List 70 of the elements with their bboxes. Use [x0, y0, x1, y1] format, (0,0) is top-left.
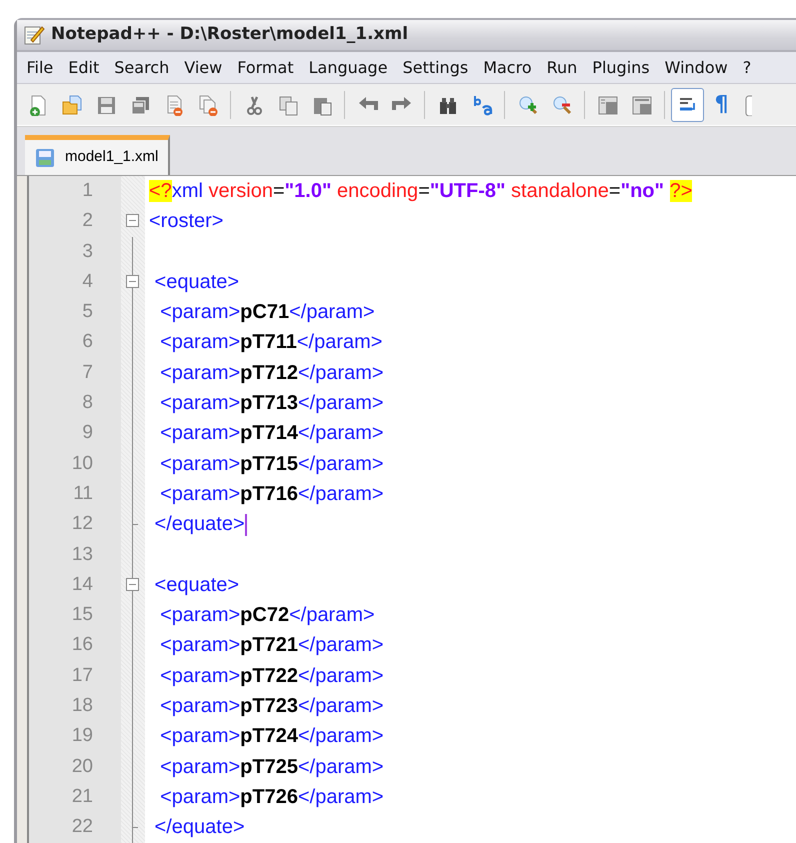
saved-file-icon — [35, 148, 55, 168]
line-number: 17 — [70, 664, 94, 688]
code-line: <param>pT711</param> — [159, 330, 384, 356]
line-number: 21 — [70, 784, 94, 809]
code-line: <param>pT725</param> — [159, 754, 385, 780]
line-number: 22 — [70, 815, 94, 840]
zoom-in-icon — [516, 94, 538, 116]
line-number: 8 — [81, 391, 94, 416]
word-wrap-button[interactable] — [671, 88, 704, 122]
menu-item[interactable]: Settings — [395, 54, 476, 82]
close-all-files-icon — [196, 94, 218, 116]
line-number: 18 — [70, 694, 94, 718]
menu-item[interactable]: View — [176, 54, 230, 82]
line-number: 3 — [81, 240, 94, 264]
menu-item[interactable]: Format — [230, 54, 302, 82]
menu-item[interactable]: Plugins — [584, 54, 658, 82]
line-number: 19 — [70, 724, 94, 748]
line-number: 7 — [81, 360, 94, 385]
line-number: 6 — [81, 330, 94, 354]
split-window-icon — [630, 94, 652, 116]
copy-icon — [276, 94, 298, 116]
code-line: <param>pT721</param> — [159, 633, 385, 658]
code-line: <param>pT716</param> — [159, 482, 385, 507]
pilcrow-button[interactable]: ¶ — [705, 88, 738, 122]
line-number: 4 — [81, 270, 94, 294]
line-number: 11 — [72, 482, 94, 506]
menu-item[interactable]: Macro — [476, 54, 540, 82]
code-line: <param>pT714</param> — [159, 421, 385, 446]
menu-item[interactable]: File — [19, 54, 61, 82]
code-line: </equate> — [154, 815, 246, 840]
line-number: 12 — [70, 512, 94, 536]
code-line: <param>pT715</param> — [159, 452, 385, 477]
code-line: <param>pT726</param> — [159, 784, 385, 810]
fold-collapse-icon[interactable] — [126, 578, 139, 591]
line-number: 20 — [70, 754, 94, 779]
fold-collapse-icon[interactable] — [126, 274, 139, 288]
line-number: 15 — [70, 603, 94, 628]
code-line: <param>pC72</param> — [159, 603, 376, 628]
code-line: <param>pT723</param> — [159, 694, 385, 720]
menu-item[interactable]: Edit — [60, 54, 107, 82]
notepad-icon — [23, 24, 45, 46]
menu-item[interactable]: Run — [539, 54, 585, 82]
code-line: </equate> — [154, 512, 248, 538]
code-line: <equate> — [154, 270, 240, 295]
menu-item[interactable]: Language — [301, 54, 396, 82]
menu-item[interactable]: Window — [657, 54, 736, 82]
zoom-out-icon — [550, 94, 572, 116]
window-title: Notepad++ - D:\Roster\model1_1.xml — [51, 23, 408, 46]
line-number: 2 — [81, 209, 94, 234]
split-window-icon — [596, 94, 618, 116]
line-number: 5 — [81, 300, 94, 324]
code-line: <param>pT724</param> — [159, 724, 385, 750]
line-number: 1 — [81, 179, 94, 203]
code-line: <param>pT713</param> — [159, 391, 385, 416]
open-folder-icon — [60, 94, 82, 116]
line-number: 13 — [70, 542, 94, 567]
line-number: 10 — [70, 452, 94, 476]
menu-item[interactable]: ? — [735, 54, 759, 82]
code-line: <?xml version="1.0" encoding="UTF-8" standalone="no" ?> — [148, 179, 694, 204]
file-tab[interactable]: model1_1.xml — [25, 135, 170, 175]
code-line: <param>pC71</param> — [159, 300, 376, 326]
line-number: 9 — [81, 421, 94, 446]
code-line: <param>pT712</param> — [159, 360, 385, 386]
fold-collapse-icon[interactable] — [126, 214, 139, 228]
code-line: <param>pT722</param> — [159, 664, 385, 689]
code-line: <equate> — [154, 572, 240, 598]
menu-item[interactable]: Search — [106, 54, 177, 82]
line-number: 14 — [70, 572, 94, 597]
code-line: <roster> — [148, 209, 224, 234]
line-number: 16 — [70, 633, 94, 658]
